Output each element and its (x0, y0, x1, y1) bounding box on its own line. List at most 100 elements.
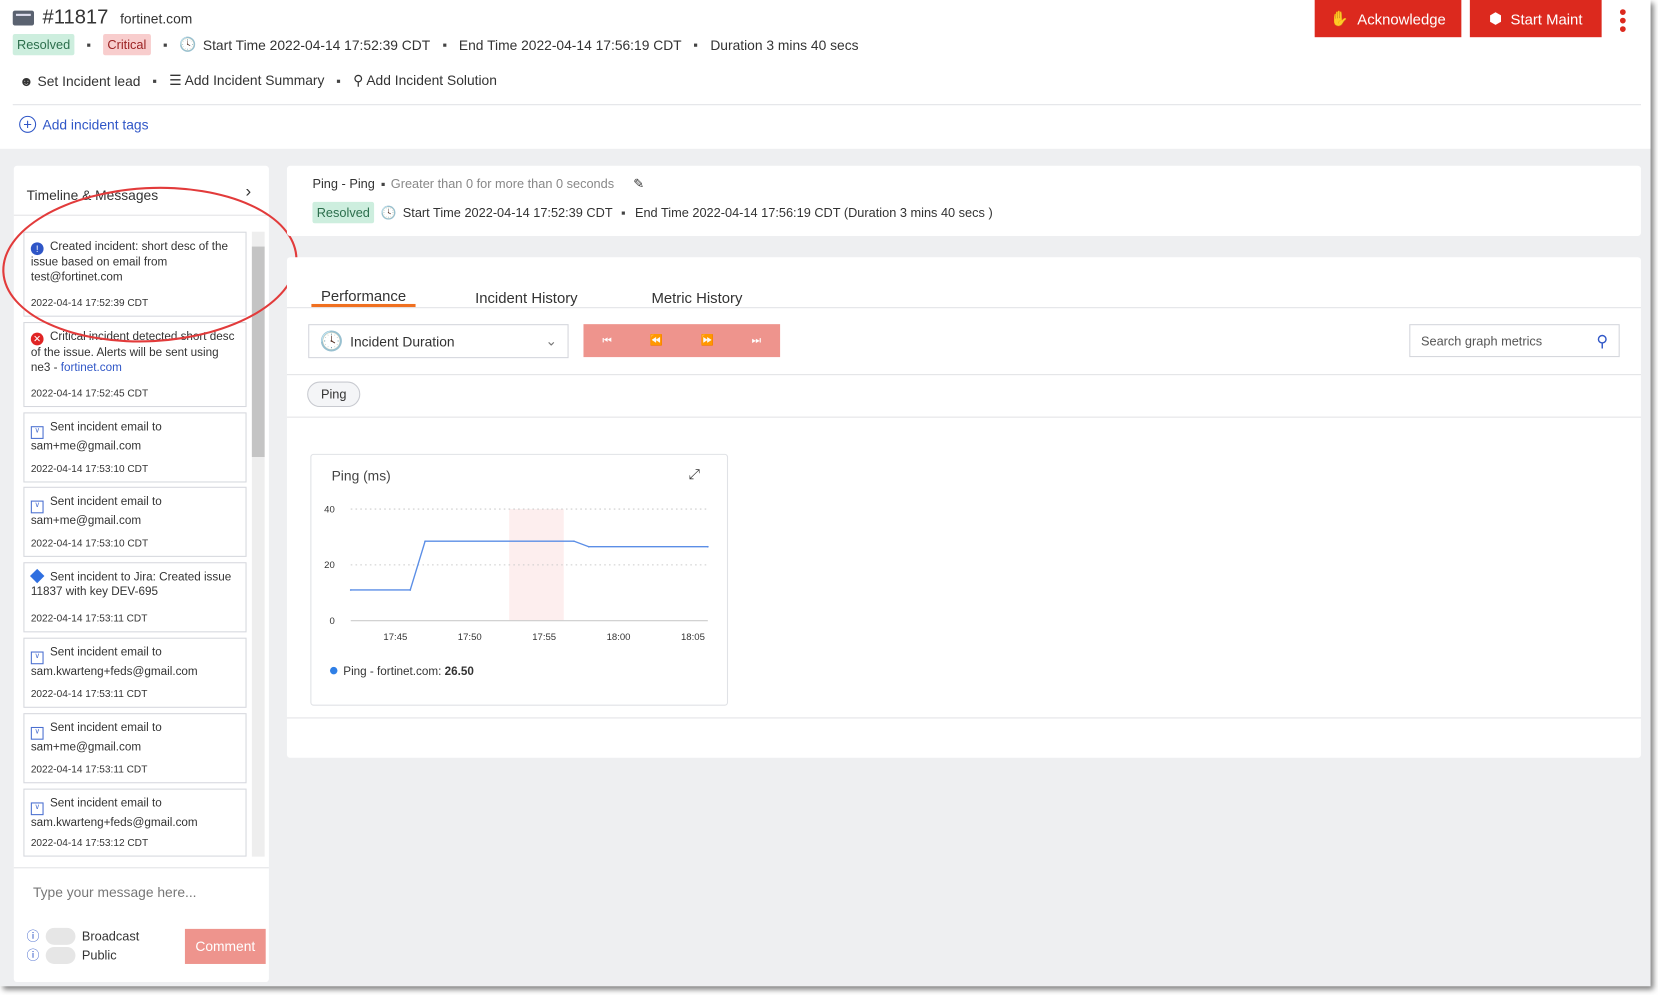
chevron-right-icon[interactable]: › (246, 183, 252, 202)
plus-circle-icon: + (19, 115, 37, 133)
tab-performance[interactable]: Performance (321, 287, 406, 304)
x-tick-label: 17:50 (458, 632, 482, 643)
help-icon: ⓘ (26, 928, 40, 944)
timeline-text: Sent incident email to sam+me@gmail.com (30, 420, 162, 453)
timeline-time: 2022-04-14 17:53:11 CDT (30, 688, 148, 701)
clock-icon: 🕓 (380, 205, 397, 220)
skip-start-icon[interactable]: ⏮ (602, 335, 612, 347)
y-tick-label: 20 (324, 560, 335, 571)
timeline-scrollbar[interactable] (251, 231, 265, 857)
server-icon (12, 10, 35, 26)
y-tick-label: 40 (324, 504, 335, 515)
error-icon: ✕ (30, 331, 50, 346)
ping-chart-card: Ping (ms) ⤢ 0 20 40 17:45 17:50 17:55 18:00 18:… (310, 453, 729, 706)
data-point (409, 589, 412, 591)
incident-id: #11817 (42, 6, 109, 29)
set-lead-button[interactable]: ☻ Set Incident lead (19, 73, 140, 89)
mail-icon: ∨ (30, 797, 50, 816)
mail-icon: ∨ (30, 421, 50, 439)
data-point (706, 545, 709, 548)
help-icon: ⓘ (26, 948, 40, 963)
fast-forward-icon[interactable]: ⏩ (701, 335, 714, 347)
incident-host: fortinet.com (120, 10, 193, 27)
incident-band (509, 509, 564, 621)
mail-icon: ∨ (30, 722, 50, 740)
duration: Duration 3 mins 40 secs (710, 36, 859, 53)
ping-chart: 0 20 40 17:45 17:50 17:55 18:00 18:05 Ping - for… (324, 504, 709, 678)
data-point (587, 545, 590, 548)
rewind-icon[interactable]: ⏪ (650, 335, 663, 347)
chevron-down-icon: ⌄ (545, 332, 557, 349)
tab-metric-history[interactable]: Metric History (651, 289, 742, 306)
incident-header: #11817 fortinet.com Resolved Critical 🕓 … (0, 0, 1651, 149)
more-menu-icon[interactable]: • • • (1618, 2, 1629, 40)
clock-icon: 🕓 (319, 329, 344, 352)
timeline-time: 2022-04-14 17:53:12 CDT (30, 837, 149, 850)
timeline-text: Sent incident email to sam+me@gmail.com (30, 495, 162, 528)
metric-name: Ping - Ping (312, 176, 375, 192)
x-tick-label: 17:55 (532, 632, 556, 643)
comment-button[interactable]: Comment (184, 928, 266, 964)
legend-marker (329, 666, 338, 675)
metric-end-time: End Time 2022-04-14 17:56:19 CDT (Durati… (634, 205, 993, 220)
maint-icon: ⬢ (1489, 9, 1503, 27)
search-icon: ⚲ (1596, 332, 1609, 351)
message-input[interactable]: Type your message here... (33, 884, 197, 900)
jira-icon (29, 568, 50, 584)
timeline-item: ∨ Sent incident email to sam+me@gmail.com… (23, 713, 247, 784)
metric-condition: Greater than 0 for more than 0 seconds (390, 176, 615, 192)
data-point (424, 540, 426, 543)
timeline-time: 2022-04-14 17:52:45 CDT (30, 387, 149, 400)
clock-icon: 🕓 (179, 36, 197, 53)
timeline-item: ∨ Sent incident email to sam.kwarteng+fed… (23, 637, 247, 708)
add-solution-button[interactable]: ⚲ Add Incident Solution (353, 72, 497, 89)
metric-start-time: Start Time 2022-04-14 17:52:39 CDT (402, 205, 613, 220)
list-icon: ☰ (169, 72, 182, 89)
acknowledge-button[interactable]: ✋ Acknowledge (1314, 0, 1462, 38)
user-icon: ☻ (19, 72, 34, 89)
incident-page: #11817 fortinet.com Resolved Critical 🕓 … (0, 0, 1651, 987)
x-tick-label: 17:45 (383, 632, 407, 643)
data-point (573, 540, 575, 543)
range-select[interactable]: 🕓 Incident Duration ⌄ (308, 324, 569, 359)
end-time: End Time 2022-04-14 17:56:19 CDT (458, 36, 682, 53)
timeline-text: Sent incident email to sam.kwarteng+feds… (30, 646, 198, 679)
add-tags-button[interactable]: + Add incident tags (19, 115, 149, 133)
edit-pencil-icon[interactable]: ✎ (633, 176, 644, 191)
add-summary-button[interactable]: ☰ Add Incident Summary (169, 72, 324, 89)
public-toggle[interactable]: ⓘ Public (27, 946, 117, 964)
timeline-item: ∨ Sent incident email to sam+me@gmail.com… (23, 412, 247, 483)
timeline-time: 2022-04-14 17:53:10 CDT (30, 463, 149, 476)
metric-chip[interactable]: Ping (307, 381, 361, 408)
playback-controls: ⏮ ⏪ ⏩ ⏭ (583, 324, 781, 358)
mail-icon: ∨ (30, 646, 50, 665)
data-point (349, 589, 352, 591)
y-tick-label: 0 (329, 616, 334, 627)
timeline-text: Sent incident email to sam.kwarteng+feds… (30, 797, 198, 829)
status-badge: Resolved (12, 34, 75, 56)
tab-incident-history[interactable]: Incident History (475, 289, 578, 306)
bulb-icon: ⚲ (353, 72, 364, 89)
skip-end-icon[interactable]: ⏭ (752, 335, 762, 347)
x-tick-label: 18:05 (681, 632, 705, 643)
acknowledge-icon: ✋ (1330, 9, 1349, 27)
x-tick-label: 18:00 (607, 632, 631, 643)
legend-label: Ping - fortinet.com: 26.50 (343, 665, 474, 678)
timeline-item: ∨ Sent incident email to sam.kwarteng+fed… (23, 788, 247, 857)
start-time: Start Time 2022-04-14 17:52:39 CDT (202, 36, 431, 53)
start-maint-button[interactable]: ⬢ Start Maint (1469, 0, 1602, 38)
metric-status-badge: Resolved (312, 201, 375, 224)
mail-icon: ∨ (30, 495, 50, 514)
timeline-time: 2022-04-14 17:53:10 CDT (30, 537, 149, 550)
search-graph-input[interactable]: Search graph metrics ⚲ (1409, 324, 1620, 358)
severity-badge: Critical (103, 34, 151, 56)
metric-summary: Ping - Ping Greater than 0 for more than… (286, 165, 1641, 236)
timeline-text: Sent incident to Jira: Created issue 118… (30, 570, 232, 599)
timeline-item: ∨ Sent incident email to sam+me@gmail.com… (23, 486, 247, 557)
broadcast-toggle[interactable]: ⓘ Broadcast (27, 927, 140, 945)
timeline-time: 2022-04-14 17:53:11 CDT (30, 613, 148, 625)
timeline-link[interactable]: fortinet.com (61, 361, 122, 374)
timeline-text: Sent incident email to sam+me@gmail.com (30, 721, 162, 754)
timeline-item: Sent incident to Jira: Created issue 118… (23, 562, 247, 633)
timeline-time: 2022-04-14 17:53:11 CDT (30, 764, 148, 776)
